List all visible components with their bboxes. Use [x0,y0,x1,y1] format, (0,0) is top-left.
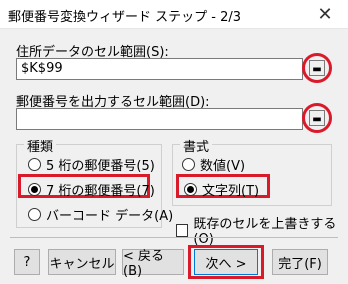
overwrite-checkbox[interactable] [176,223,189,237]
type-option-barcode[interactable]: バーコード データ(A) [28,205,173,224]
back-button[interactable]: < 戻る(B) [122,249,184,279]
collapse-dialog-icon: ▬ [312,64,322,75]
window-title: 郵便番号変換ウィザード ステップ - 2/3 [8,10,242,25]
output-range-input[interactable] [16,108,303,130]
output-range-collapse-button[interactable]: ▬ [309,110,325,126]
radio-5digit[interactable] [28,158,41,171]
overwrite-option[interactable]: 既存のセルを上書きする(O) [176,213,348,247]
radio-number[interactable] [182,158,195,171]
format-option-number-label: 数値(V) [200,159,246,174]
format-option-number[interactable]: 数値(V) [182,155,245,174]
address-range-collapse-button[interactable]: ▬ [309,60,325,76]
overwrite-checkbox-label: 既存のセルを上書きする(O) [193,217,337,247]
type-option-7digit[interactable]: 7 桁の郵便番号(7) [28,180,155,199]
radio-text[interactable] [184,183,197,196]
format-option-text-label: 文字列(T) [202,184,260,199]
type-group-title: 種類 [24,136,57,155]
radio-7digit[interactable] [28,183,41,196]
type-option-5digit-label: 5 桁の郵便番号(5) [46,159,155,174]
radio-barcode[interactable] [28,208,41,221]
format-option-text[interactable]: 文字列(T) [184,180,259,199]
collapse-dialog-icon: ▬ [312,114,322,125]
separator [10,237,338,238]
type-option-5digit[interactable]: 5 桁の郵便番号(5) [28,155,155,174]
title-bar: 郵便番号変換ウィザード ステップ - 2/3 ✕ [0,0,348,29]
type-option-barcode-label: バーコード データ(A) [46,209,174,224]
help-button[interactable]: ? [14,249,40,275]
cancel-button[interactable]: キャンセル [48,249,116,275]
close-button[interactable]: ✕ [302,0,348,28]
close-icon: ✕ [317,3,333,25]
format-group-title: 書式 [180,136,213,155]
finish-button[interactable]: 完了(F) [272,249,328,275]
help-icon: ? [23,254,31,270]
address-range-input[interactable]: $K$99 [16,58,303,80]
next-button[interactable]: 次へ > [194,249,258,275]
type-option-7digit-label: 7 桁の郵便番号(7) [46,184,155,199]
